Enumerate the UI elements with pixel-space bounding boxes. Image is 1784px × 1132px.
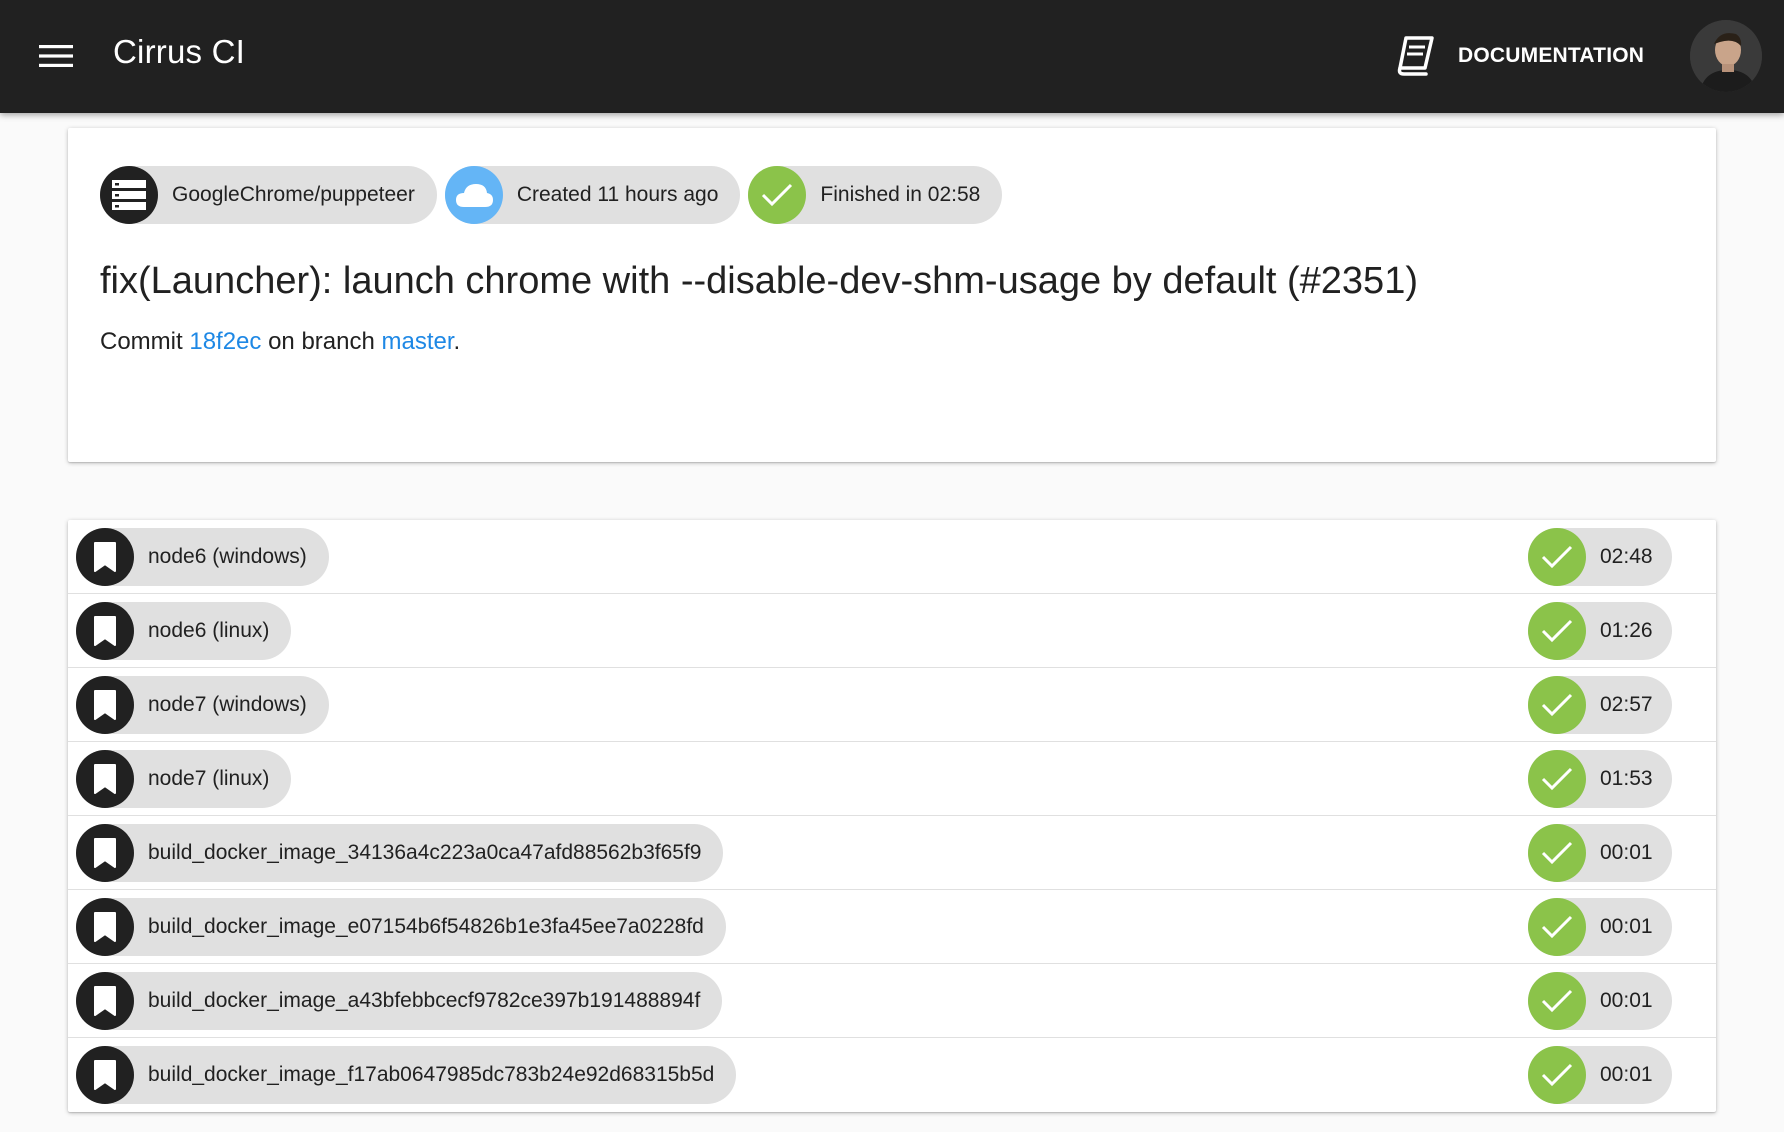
task-name: build_docker_image_a43bfebbcecf9782ce397… (148, 989, 701, 1012)
check-icon (1528, 528, 1586, 586)
commit-info: Commit 18f2ec on branch master. (100, 328, 460, 356)
task-row[interactable]: node7 (windows) 02:57 (68, 668, 1716, 742)
task-duration: 02:48 (1600, 545, 1653, 568)
task-name-chip: node7 (windows) (76, 676, 329, 734)
bookmark-icon (76, 1046, 134, 1104)
task-status-chip: 01:26 (1528, 602, 1672, 660)
task-name-chip: build_docker_image_e07154b6f54826b1e3fa4… (76, 898, 726, 956)
commit-suffix: . (453, 328, 461, 355)
task-row[interactable]: build_docker_image_e07154b6f54826b1e3fa4… (68, 890, 1716, 964)
branch-prefix: on branch (261, 328, 382, 355)
task-name-chip: node6 (linux) (76, 602, 292, 660)
avatar[interactable] (1690, 20, 1762, 92)
repository-name: GoogleChrome/puppeteer (172, 183, 415, 206)
task-duration: 00:01 (1600, 989, 1653, 1012)
task-name: node7 (linux) (148, 767, 270, 790)
app-bar: Cirrus CI DOCUMENTATION (0, 0, 1784, 113)
task-name: node7 (windows) (148, 693, 307, 716)
book-icon (1397, 36, 1434, 76)
commit-sha-link[interactable]: 18f2ec (189, 328, 261, 355)
task-name: node6 (windows) (148, 545, 307, 568)
bookmark-icon (76, 676, 134, 734)
documentation-button[interactable]: DOCUMENTATION (1394, 30, 1644, 82)
finished-chip: Finished in 02:58 (748, 166, 1003, 224)
task-name: build_docker_image_e07154b6f54826b1e3fa4… (148, 915, 704, 938)
check-icon (748, 166, 807, 224)
task-duration: 02:57 (1600, 693, 1653, 716)
task-name-chip: build_docker_image_34136a4c223a0ca47afd8… (76, 824, 724, 882)
task-status-chip: 00:01 (1528, 898, 1672, 956)
task-name-chip: node7 (linux) (76, 750, 292, 808)
bookmark-icon (76, 750, 134, 808)
task-row[interactable]: build_docker_image_f17ab0647985dc783b24e… (68, 1038, 1716, 1112)
cloud-icon (444, 166, 503, 224)
check-icon (1528, 898, 1586, 956)
task-name: build_docker_image_f17ab0647985dc783b24e… (148, 1063, 715, 1086)
build-chips: GoogleChrome/puppeteer Created 11 hours … (100, 166, 1003, 224)
app-title[interactable]: Cirrus CI (113, 33, 245, 71)
menu-button[interactable] (28, 31, 84, 81)
task-duration: 01:53 (1600, 767, 1653, 790)
task-duration: 00:01 (1600, 1063, 1653, 1086)
build-info-card: GoogleChrome/puppeteer Created 11 hours … (68, 128, 1716, 462)
task-row[interactable]: node6 (linux) 01:26 (68, 594, 1716, 668)
task-name-chip: build_docker_image_a43bfebbcecf9782ce397… (76, 972, 723, 1030)
avatar-image (1690, 20, 1762, 92)
check-icon (1528, 602, 1586, 660)
created-time: Created 11 hours ago (516, 183, 719, 206)
check-icon (1528, 824, 1586, 882)
branch-link[interactable]: master (382, 328, 454, 355)
task-row[interactable]: node6 (windows) 02:48 (68, 520, 1716, 594)
bookmark-icon (76, 898, 134, 956)
task-duration: 01:26 (1600, 619, 1653, 642)
commit-message: fix(Launcher): launch chrome with --disa… (100, 260, 1418, 302)
created-chip: Created 11 hours ago (444, 166, 741, 224)
finished-duration: Finished in 02:58 (820, 183, 981, 206)
repository-chip[interactable]: GoogleChrome/puppeteer (100, 166, 437, 224)
task-status-chip: 01:53 (1528, 750, 1672, 808)
check-icon (1528, 750, 1586, 808)
task-name: build_docker_image_34136a4c223a0ca47afd8… (148, 841, 702, 864)
task-status-chip: 00:01 (1528, 1046, 1672, 1104)
check-icon (1528, 972, 1586, 1030)
storage-icon (100, 166, 158, 224)
bookmark-icon (76, 528, 134, 586)
task-row[interactable]: build_docker_image_a43bfebbcecf9782ce397… (68, 964, 1716, 1038)
task-row[interactable]: node7 (linux) 01:53 (68, 742, 1716, 816)
task-row[interactable]: build_docker_image_34136a4c223a0ca47afd8… (68, 816, 1716, 890)
documentation-label: DOCUMENTATION (1458, 44, 1645, 67)
task-duration: 00:01 (1600, 841, 1653, 864)
task-name-chip: build_docker_image_f17ab0647985dc783b24e… (76, 1046, 737, 1104)
commit-prefix: Commit (100, 328, 190, 355)
task-name: node6 (linux) (148, 619, 270, 642)
task-status-chip: 02:48 (1528, 528, 1672, 586)
check-icon (1528, 676, 1586, 734)
task-duration: 00:01 (1600, 915, 1653, 938)
check-icon (1528, 1046, 1586, 1104)
bookmark-icon (76, 602, 134, 660)
bookmark-icon (76, 972, 134, 1030)
task-status-chip: 00:01 (1528, 972, 1672, 1030)
tasks-list: node6 (windows) 02:48 node6 (linux) 01:2… (68, 520, 1716, 1112)
task-name-chip: node6 (windows) (76, 528, 329, 586)
task-status-chip: 00:01 (1528, 824, 1672, 882)
task-status-chip: 02:57 (1528, 676, 1672, 734)
bookmark-icon (76, 824, 134, 882)
menu-icon (39, 45, 73, 67)
